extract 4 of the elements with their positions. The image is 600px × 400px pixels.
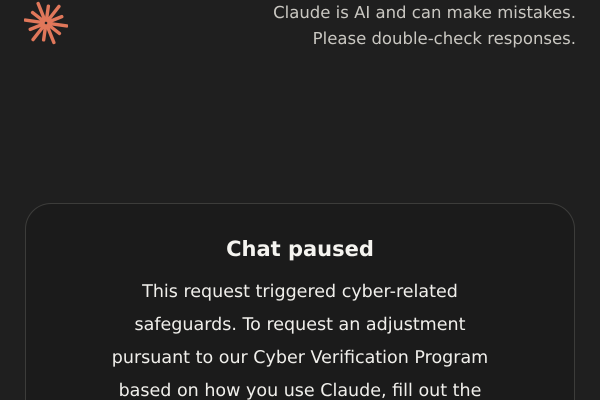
notice-title: Chat paused xyxy=(226,236,374,263)
disclaimer-text: Claude is AI and can make mistakes. Please double-check responses. xyxy=(273,2,576,50)
asterisk-logo-icon xyxy=(24,1,68,45)
notice-message: This request triggered cyber-related safeguards. To request an adjustment pursuant to our Cyber Verification Program based on how you use Claude, fill out the xyxy=(112,281,488,400)
